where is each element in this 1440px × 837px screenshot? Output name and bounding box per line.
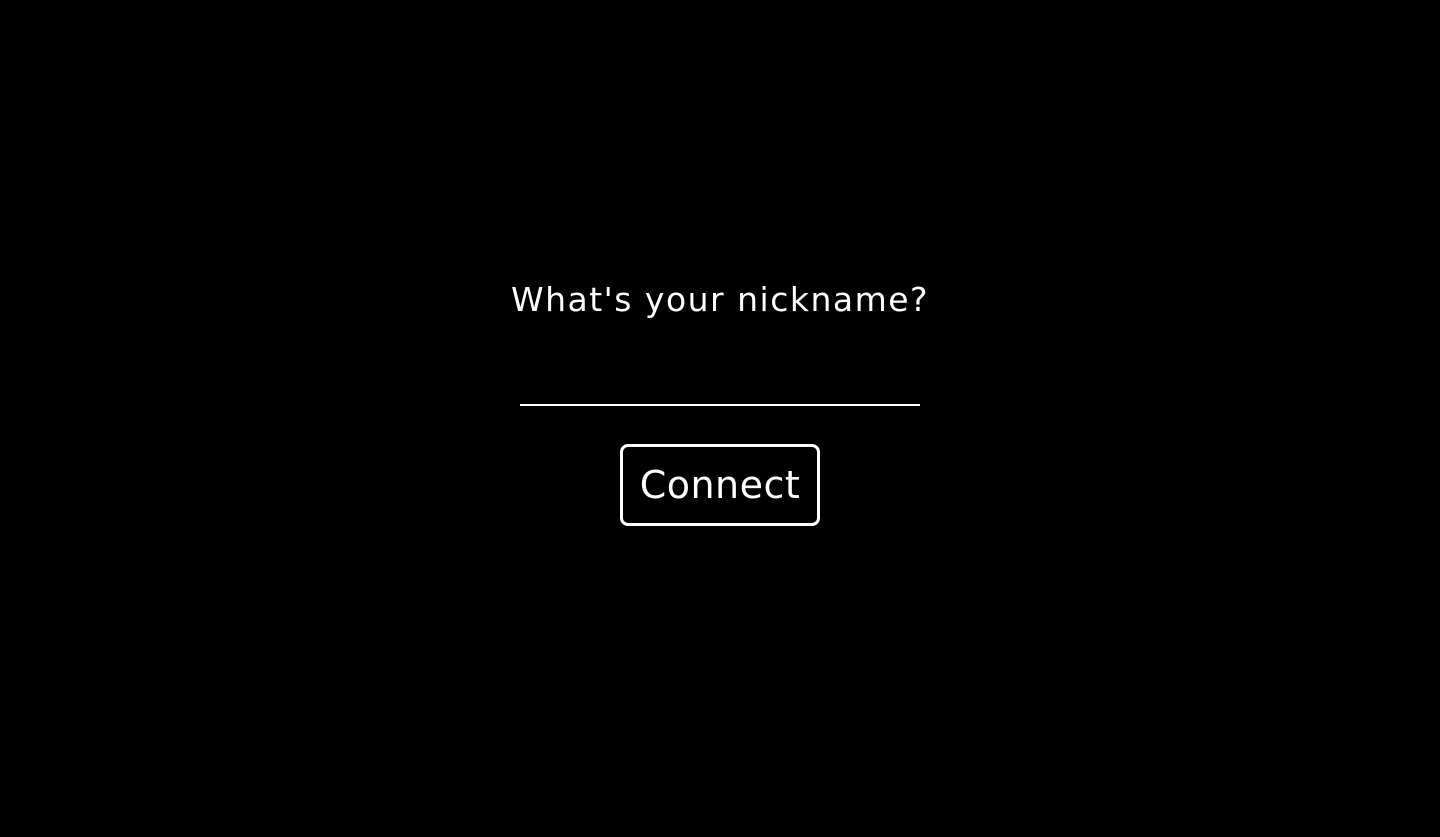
login-screen: What's your nickname? Connect — [0, 0, 1440, 837]
connect-button[interactable]: Connect — [620, 444, 820, 526]
nickname-input[interactable] — [520, 358, 920, 406]
nickname-prompt: What's your nickname? — [510, 280, 930, 319]
